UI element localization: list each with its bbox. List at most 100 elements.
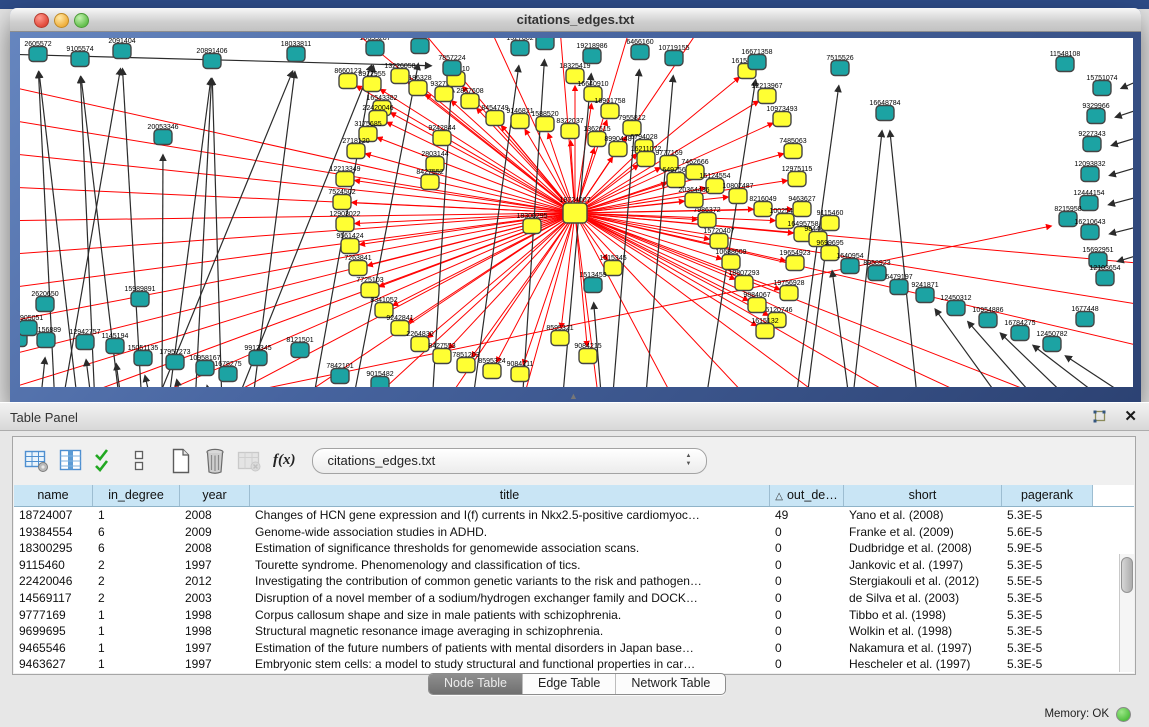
- graph-node[interactable]: [698, 213, 716, 228]
- graph-node[interactable]: [391, 69, 409, 84]
- graph-node[interactable]: [1043, 337, 1061, 352]
- table-cell[interactable]: de Silva et al. (2003): [844, 590, 1002, 607]
- graph-node[interactable]: [729, 189, 747, 204]
- table-cell[interactable]: 18300295: [14, 540, 93, 557]
- graph-node[interactable]: [916, 288, 934, 303]
- graph-node[interactable]: [37, 333, 55, 348]
- table-select-dropdown[interactable]: citations_edges.txt ▲▼: [312, 448, 707, 474]
- table-cell[interactable]: 1: [93, 656, 180, 673]
- graph-node[interactable]: [523, 219, 541, 234]
- table-cell[interactable]: 2: [93, 590, 180, 607]
- graph-node[interactable]: [583, 49, 601, 64]
- graph-node[interactable]: [748, 298, 766, 313]
- table-row[interactable]: 946362711997Embryonic stem cells: a mode…: [14, 656, 1134, 673]
- graph-node[interactable]: [486, 111, 504, 126]
- graph-node[interactable]: [868, 266, 886, 281]
- graph-node[interactable]: [710, 234, 728, 249]
- table-cell[interactable]: 9699695: [14, 623, 93, 640]
- table-cell[interactable]: 9463627: [14, 656, 93, 673]
- table-cell[interactable]: Nakamura et al. (1997): [844, 640, 1002, 657]
- table-cell[interactable]: 5.3E-5: [1002, 640, 1093, 657]
- table-cell[interactable]: 1: [93, 507, 180, 524]
- column-header-title[interactable]: title: [250, 485, 770, 506]
- graph-node[interactable]: [363, 77, 381, 92]
- graph-node[interactable]: [154, 130, 172, 145]
- graph-node[interactable]: [831, 61, 849, 76]
- table-cell[interactable]: 1: [93, 640, 180, 657]
- graph-node[interactable]: [748, 55, 766, 70]
- table-cell[interactable]: 1997: [180, 656, 250, 673]
- new-table-icon[interactable]: [167, 447, 195, 475]
- table-cell[interactable]: 22420046: [14, 573, 93, 590]
- table-cell[interactable]: 5.3E-5: [1002, 656, 1093, 673]
- graph-node[interactable]: [347, 144, 365, 159]
- graph-node[interactable]: [106, 339, 124, 354]
- table-cell[interactable]: 2: [93, 573, 180, 590]
- table-cell[interactable]: Disruption of a novel member of a sodium…: [250, 590, 770, 607]
- graph-node[interactable]: [411, 39, 429, 54]
- table-cell[interactable]: Genome-wide association studies in ADHD.: [250, 524, 770, 541]
- table-cell[interactable]: 2008: [180, 540, 250, 557]
- scrollbar-thumb[interactable]: [1121, 557, 1133, 593]
- table-cell[interactable]: 5.9E-5: [1002, 540, 1093, 557]
- table-cell[interactable]: 49: [770, 507, 844, 524]
- graph-node[interactable]: [76, 335, 94, 350]
- graph-node[interactable]: [1056, 57, 1074, 72]
- graph-node[interactable]: [421, 175, 439, 190]
- graph-node[interactable]: [637, 152, 655, 167]
- table-cell[interactable]: Structural magnetic resonance image aver…: [250, 623, 770, 640]
- table-cell[interactable]: 2009: [180, 524, 250, 541]
- memory-status-indicator-icon[interactable]: [1116, 707, 1131, 722]
- graph-node[interactable]: [433, 349, 451, 364]
- graph-node[interactable]: [1080, 196, 1098, 211]
- table-cell[interactable]: 0: [770, 607, 844, 624]
- table-row[interactable]: 1830029562008Estimation of significance …: [14, 540, 1134, 557]
- select-all-icon[interactable]: [91, 447, 119, 475]
- graph-node[interactable]: [685, 193, 703, 208]
- table-cell[interactable]: Estimation of significance thresholds fo…: [250, 540, 770, 557]
- graph-node[interactable]: [722, 255, 740, 270]
- graph-node[interactable]: [435, 87, 453, 102]
- tab-edge-table[interactable]: Edge Table: [522, 674, 615, 694]
- function-builder-icon[interactable]: f(x): [273, 452, 296, 469]
- table-cell[interactable]: 9465546: [14, 640, 93, 657]
- graph-node[interactable]: [1087, 109, 1105, 124]
- table-cell[interactable]: 18724007: [14, 507, 93, 524]
- network-canvas[interactable]: 1832541916640910169617587955812136261589…: [20, 38, 1133, 387]
- graph-node[interactable]: [821, 216, 839, 231]
- table-cell[interactable]: 0: [770, 590, 844, 607]
- column-header-year[interactable]: year: [180, 485, 250, 506]
- graph-node[interactable]: [511, 367, 529, 382]
- graph-node[interactable]: [36, 297, 54, 312]
- table-cell[interactable]: Stergiakouli et al. (2012): [844, 573, 1002, 590]
- table-cell[interactable]: 0: [770, 656, 844, 673]
- table-cell[interactable]: 2003: [180, 590, 250, 607]
- graph-node[interactable]: [113, 44, 131, 59]
- graph-node[interactable]: [551, 331, 569, 346]
- graph-node[interactable]: [443, 61, 461, 76]
- graph-node[interactable]: [131, 292, 149, 307]
- graph-node[interactable]: [758, 89, 776, 104]
- graph-node[interactable]: [339, 74, 357, 89]
- table-cell[interactable]: Estimation of the future numbers of pati…: [250, 640, 770, 657]
- panel-splitter-handle[interactable]: ▲: [569, 392, 578, 401]
- table-cell[interactable]: 6: [93, 540, 180, 557]
- graph-node[interactable]: [784, 144, 802, 159]
- graph-node[interactable]: [1096, 271, 1114, 286]
- table-cell[interactable]: 14569117: [14, 590, 93, 607]
- table-cell[interactable]: Corpus callosum shape and size in male p…: [250, 607, 770, 624]
- graph-node[interactable]: [411, 337, 429, 352]
- table-cell[interactable]: Dudbridge et al. (2008): [844, 540, 1002, 557]
- graph-node[interactable]: [601, 104, 619, 119]
- table-cell[interactable]: 0: [770, 623, 844, 640]
- table-cell[interactable]: 5.5E-5: [1002, 573, 1093, 590]
- delete-entries-icon[interactable]: [201, 447, 229, 475]
- graph-node[interactable]: [287, 47, 305, 62]
- table-cell[interactable]: Tibbo et al. (1998): [844, 607, 1002, 624]
- table-cell[interactable]: 1: [93, 623, 180, 640]
- graph-node[interactable]: [667, 173, 685, 188]
- graph-node[interactable]: [1083, 137, 1101, 152]
- graph-node[interactable]: [371, 377, 389, 388]
- table-row[interactable]: 2242004622012Investigating the contribut…: [14, 573, 1134, 590]
- graph-node[interactable]: [1081, 225, 1099, 240]
